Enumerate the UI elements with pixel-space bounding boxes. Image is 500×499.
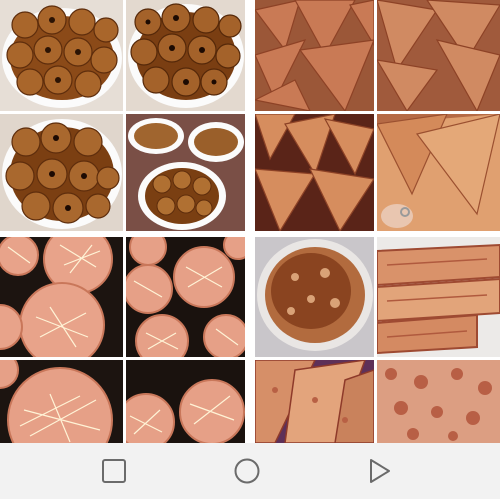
samosas-photo — [255, 114, 374, 231]
cookies-photo — [126, 114, 245, 231]
photo-tile-cookies-2[interactable] — [126, 0, 245, 111]
triangle-back-icon — [370, 459, 390, 483]
layered-pastry-photo — [255, 360, 374, 443]
photo-tile-cookies-4[interactable] — [126, 114, 245, 231]
photo-tile-cookies-1[interactable] — [0, 0, 123, 111]
cheese-pastries-photo — [0, 360, 123, 443]
photo-tile-samosas-2[interactable] — [377, 0, 500, 111]
square-recents-icon — [102, 459, 126, 483]
photo-tile-cheese-pastries-4[interactable] — [126, 360, 245, 443]
layered-pastry-photo — [377, 237, 500, 357]
photo-tile-samosas-4[interactable] — [377, 114, 500, 231]
photo-tile-cheese-pastries-3[interactable] — [0, 360, 123, 443]
photo-grid — [0, 0, 500, 443]
cheese-pastries-photo — [126, 237, 245, 357]
photo-tile-flatbread-1[interactable] — [255, 237, 374, 357]
recents-button[interactable] — [92, 449, 136, 493]
flatbread-photo — [377, 360, 500, 443]
photo-tile-cheese-pastries-1[interactable] — [0, 237, 123, 357]
photo-tile-cheese-pastries-2[interactable] — [126, 237, 245, 357]
photo-tile-samosas-3[interactable] — [255, 114, 374, 231]
photo-tile-layered-pastry-1[interactable] — [377, 237, 500, 357]
cookies-photo — [126, 0, 245, 111]
cookies-photo — [0, 0, 123, 111]
photo-tile-flatbread-2[interactable] — [377, 360, 500, 443]
home-button[interactable] — [225, 449, 269, 493]
cheese-pastries-photo — [0, 237, 123, 357]
flatbread-photo — [255, 237, 374, 357]
back-button[interactable] — [357, 449, 401, 493]
cheese-pastries-photo — [126, 360, 245, 443]
circle-home-icon — [234, 458, 260, 484]
samosas-photo — [377, 114, 500, 231]
photo-tile-samosas-1[interactable] — [255, 0, 374, 111]
samosas-photo — [255, 0, 374, 111]
photo-tile-cookies-3[interactable] — [0, 114, 123, 231]
photo-tile-layered-pastry-2[interactable] — [255, 360, 374, 443]
cookies-photo — [0, 114, 123, 231]
samosas-photo — [377, 0, 500, 111]
navigation-bar — [0, 443, 500, 499]
